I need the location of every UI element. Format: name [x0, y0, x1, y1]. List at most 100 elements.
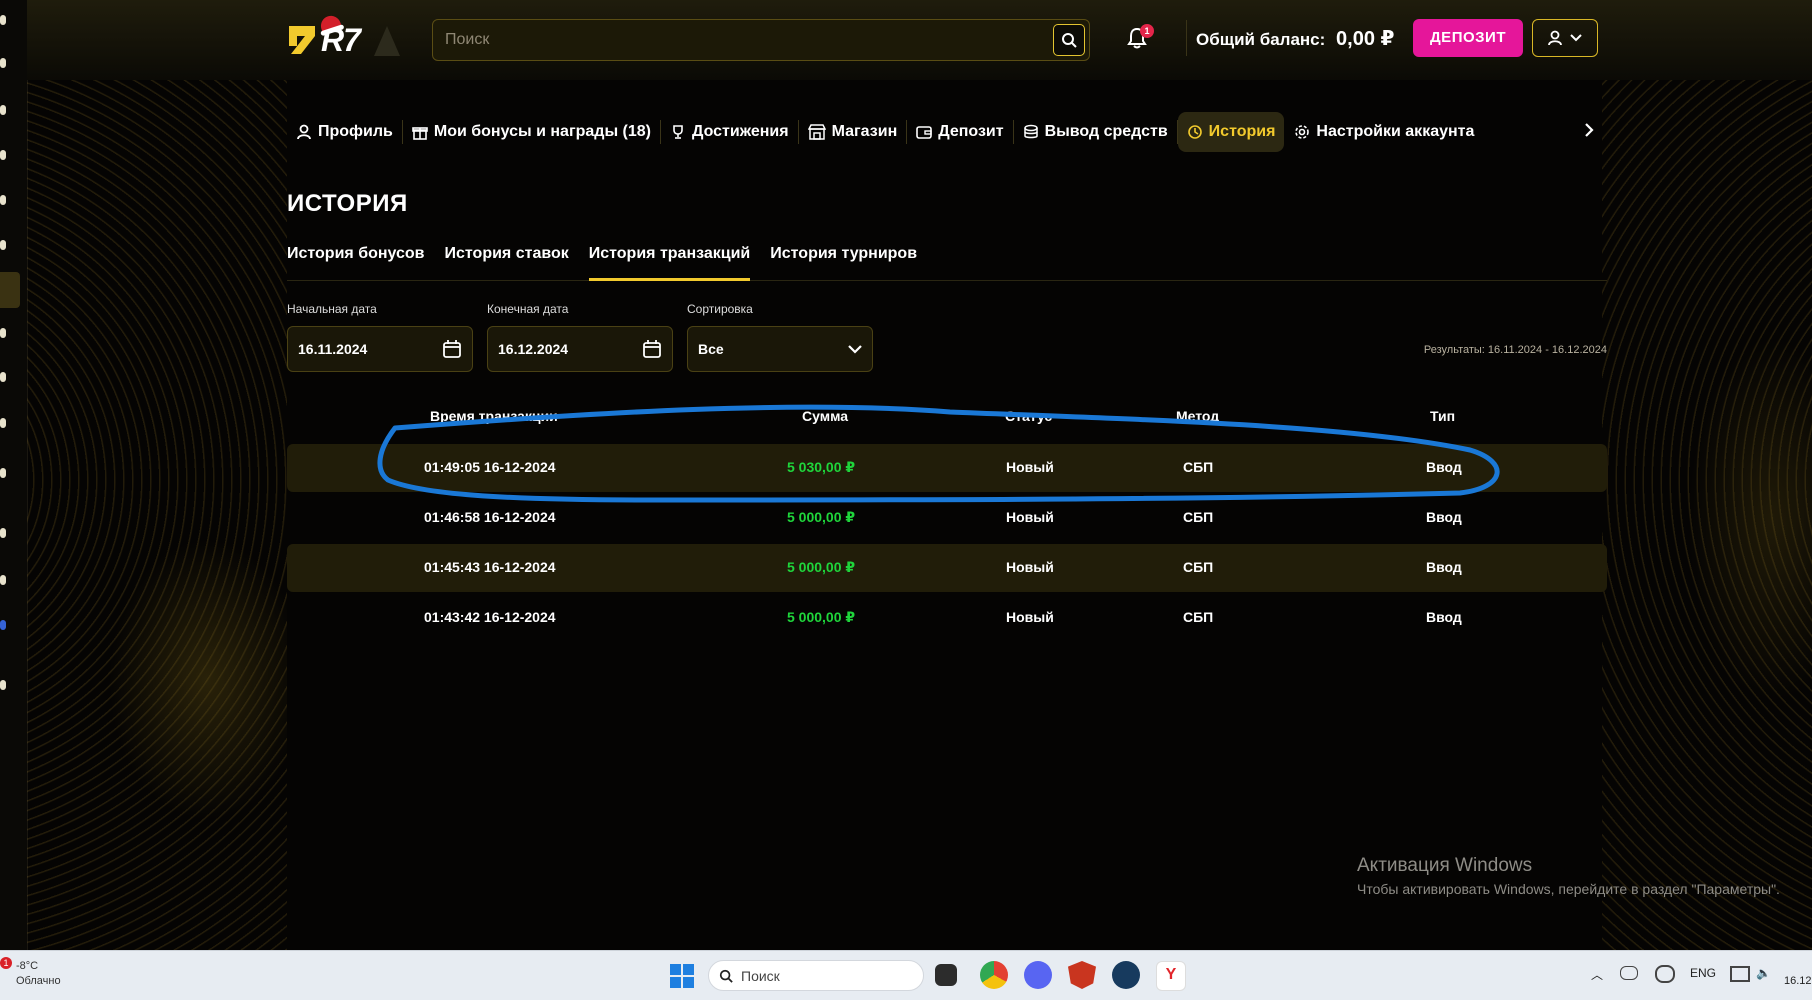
- windows-taskbar: 1 -8°C Облачно Поиск Y ︿ ENG 🔈 16.12: [0, 950, 1812, 1000]
- sort-label: Сортировка: [687, 302, 753, 316]
- search-input[interactable]: [433, 20, 1027, 60]
- start-date-field[interactable]: 16.11.2024: [287, 326, 473, 372]
- cell-method: СБП: [1183, 559, 1214, 575]
- tree-decoration: [374, 26, 400, 56]
- rail-icon-1[interactable]: [0, 58, 6, 68]
- weather-temp: -8°C: [16, 960, 39, 972]
- tray-volume-icon[interactable]: 🔈: [1756, 966, 1771, 980]
- task-view-icon[interactable]: [935, 964, 957, 986]
- rail-icon-8[interactable]: [0, 418, 6, 428]
- start-date-value: 16.11.2024: [298, 341, 368, 357]
- cell-status: Новый: [1006, 459, 1054, 475]
- nav-item-label: История: [1208, 123, 1276, 140]
- nav-item-label: Настройки аккаунта: [1316, 123, 1475, 140]
- tray-sync-icon[interactable]: [1655, 965, 1675, 983]
- balance-display: Общий баланс: 0,00 ₽: [1196, 26, 1394, 51]
- rail-active-indicator: [0, 272, 20, 308]
- table-row[interactable]: 01:43:42 16-12-2024 5 000,00 ₽ Новый СБП…: [287, 594, 1607, 642]
- taskbar-search-label: Поиск: [741, 967, 780, 984]
- cell-time: 01:43:42 16-12-2024: [424, 609, 556, 625]
- tab-transaction-history[interactable]: История транзакций: [588, 242, 751, 281]
- column-header-type: Тип: [1430, 408, 1456, 424]
- column-header-time: Время транзакции: [430, 408, 558, 424]
- nav-item-history[interactable]: История: [1177, 112, 1285, 152]
- nav-item-label: Профиль: [318, 123, 393, 140]
- steam-icon[interactable]: [1112, 961, 1140, 989]
- rail-icon-9[interactable]: [0, 468, 6, 478]
- user-icon: [1548, 30, 1562, 46]
- history-icon: [1187, 125, 1202, 139]
- taskbar-clock[interactable]: 16.12: [1784, 975, 1812, 987]
- rail-icon-6[interactable]: [0, 328, 6, 338]
- background-decoration-right: [1602, 0, 1812, 950]
- nav-item-label: Достижения: [692, 123, 789, 140]
- balance-value: 0,00 ₽: [1336, 28, 1395, 50]
- cell-sum: 5 000,00 ₽: [787, 509, 856, 525]
- rail-icon-10[interactable]: [0, 528, 6, 538]
- column-header-method: Метод: [1176, 408, 1220, 424]
- windows-activation-watermark: Активация Windows Чтобы активировать Win…: [1357, 855, 1780, 897]
- end-date-field[interactable]: 16.12.2024: [487, 326, 673, 372]
- nav-item-shop[interactable]: Магазин: [799, 112, 907, 152]
- nav-item-account-settings[interactable]: Настройки аккаунта: [1285, 112, 1483, 152]
- shop-icon: [807, 124, 826, 140]
- rail-icon-4[interactable]: [0, 195, 6, 205]
- tab-bet-history[interactable]: История ставок: [445, 242, 569, 278]
- left-sidebar-rail: [0, 0, 28, 950]
- table-row[interactable]: 01:49:05 16-12-2024 5 030,00 ₽ Новый СБП…: [287, 444, 1607, 492]
- tray-chevron-up-icon[interactable]: ︿: [1591, 966, 1603, 983]
- column-header-status: Статус: [1005, 408, 1053, 424]
- nav-scroll-right-icon[interactable]: [1584, 122, 1594, 138]
- cell-sum: 5 000,00 ₽: [787, 559, 856, 575]
- header-divider: [1186, 20, 1187, 56]
- cell-time: 01:46:58 16-12-2024: [424, 509, 556, 525]
- taskbar-search[interactable]: Поиск: [708, 960, 924, 991]
- notifications-button[interactable]: 1: [1126, 24, 1154, 52]
- nav-item-bonuses[interactable]: Мои бонусы и награды (18): [403, 112, 660, 152]
- nav-item-profile[interactable]: Профиль: [287, 112, 402, 152]
- rail-icon-11[interactable]: [0, 575, 6, 585]
- calendar-icon[interactable]: [442, 339, 462, 359]
- logo-mark-icon: [289, 26, 315, 54]
- rail-icon-7[interactable]: [0, 372, 6, 382]
- start-date-label: Начальная дата: [287, 302, 377, 316]
- yandex-browser-icon[interactable]: Y: [1156, 961, 1186, 991]
- sort-value: Все: [698, 341, 724, 357]
- chrome-icon[interactable]: [980, 961, 1008, 989]
- tab-tournament-history[interactable]: История турниров: [770, 242, 917, 278]
- end-date-value: 16.12.2024: [498, 341, 569, 357]
- nav-item-withdraw[interactable]: Вывод средств: [1014, 112, 1177, 152]
- rail-icon-2[interactable]: [0, 105, 6, 115]
- tab-bonus-history[interactable]: История бонусов: [287, 242, 425, 278]
- cell-status: Новый: [1006, 509, 1054, 525]
- gift-icon: [412, 127, 428, 140]
- rail-icon-12[interactable]: [0, 680, 6, 690]
- cell-method: СБП: [1183, 459, 1214, 475]
- discord-icon[interactable]: [1024, 961, 1052, 989]
- search-icon: [719, 969, 733, 983]
- tray-cloud-icon[interactable]: [1620, 966, 1638, 980]
- deposit-button[interactable]: ДЕПОЗИТ: [1413, 19, 1523, 57]
- cell-sum: 5 030,00 ₽: [787, 459, 856, 475]
- calendar-icon[interactable]: [642, 339, 662, 359]
- rail-flag-icon[interactable]: [0, 620, 6, 630]
- user-menu-button[interactable]: [1532, 19, 1598, 57]
- shield-app-icon[interactable]: [1068, 961, 1096, 989]
- start-button[interactable]: [670, 964, 694, 988]
- column-header-sum: Сумма: [802, 408, 849, 424]
- rail-icon-5[interactable]: [0, 240, 6, 250]
- cell-type: Ввод: [1426, 509, 1462, 525]
- search-button[interactable]: [1053, 24, 1085, 56]
- nav-item-achievements[interactable]: Достижения: [661, 112, 798, 152]
- wallet-icon: [916, 126, 933, 139]
- table-header: Время транзакции Сумма Статус Метод Тип: [287, 408, 1607, 428]
- table-row[interactable]: 01:45:43 16-12-2024 5 000,00 ₽ Новый СБП…: [287, 544, 1607, 592]
- table-row[interactable]: 01:46:58 16-12-2024 5 000,00 ₽ Новый СБП…: [287, 494, 1607, 542]
- tray-network-icon[interactable]: [1730, 966, 1750, 982]
- rail-arrow-icon[interactable]: [0, 15, 6, 25]
- language-indicator[interactable]: ENG: [1690, 966, 1716, 980]
- rail-icon-3[interactable]: [0, 150, 6, 160]
- cell-type: Ввод: [1426, 559, 1462, 575]
- sort-select[interactable]: Все: [687, 326, 873, 372]
- nav-item-deposit[interactable]: Депозит: [907, 112, 1012, 152]
